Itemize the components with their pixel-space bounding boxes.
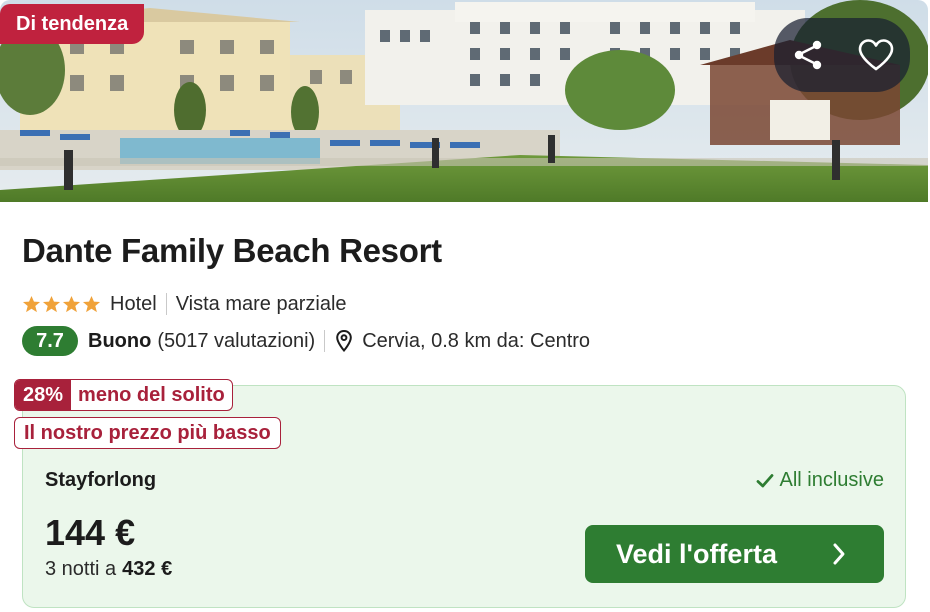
review-count[interactable]: (5017 valutazioni) [157,330,315,353]
rating-word: Buono [88,329,152,352]
star-rating [22,295,101,314]
view-offer-button[interactable]: Vedi l'offerta [585,525,884,583]
total-amount: 432 € [122,558,173,580]
share-button[interactable] [784,32,832,78]
discount-text: meno del solito [78,384,225,406]
hotel-card[interactable]: Di tendenza Dante Family Beach Resort Ho… [0,0,930,612]
lowest-price-tag: Il nostro prezzo più basso [14,417,281,449]
star-icon [82,295,101,312]
total-price: 3 notti a 432 € [45,558,172,581]
star-icon [42,295,61,312]
heart-icon [858,39,894,71]
trending-badge: Di tendenza [0,4,145,44]
favorite-button[interactable] [852,32,900,78]
hero-actions [774,18,910,92]
check-icon [756,473,773,487]
divider [165,293,167,315]
location[interactable]: Cervia, 0.8 km da: Centro [362,330,590,353]
view-offer-label: Vedi l'offerta [616,538,777,569]
nights-text: 3 notti a [45,558,117,580]
board-type: All inclusive [756,469,884,492]
rating-location-row: 7.7 Buono (5017 valutazioni) Cervia, 0.8… [22,326,590,356]
share-icon [794,40,822,70]
hotel-name[interactable]: Dante Family Beach Resort [22,232,442,270]
hotel-feature: Vista mare parziale [175,292,347,315]
price-per-night: 144 € [45,512,136,553]
discount-percent: 28% [15,380,72,410]
hotel-type: Hotel [110,292,157,315]
star-icon [62,295,81,312]
discount-tag: 28% meno del solito [14,379,233,411]
hotel-meta: Hotel Vista mare parziale [22,290,347,318]
hotel-photo[interactable]: Di tendenza [0,0,928,202]
divider [324,330,326,352]
board-label: All inclusive [779,469,884,491]
provider-name: Stayforlong [45,469,157,491]
star-icon [22,295,41,312]
score-badge[interactable]: 7.7 [22,326,78,356]
map-pin-icon [336,330,352,352]
chevron-right-icon [832,542,846,566]
